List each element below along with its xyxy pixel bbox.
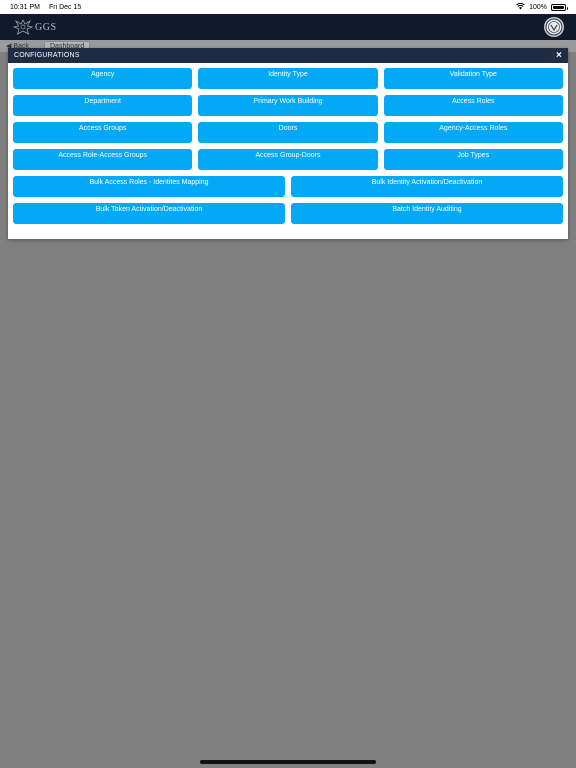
batch-identity-auditing-button[interactable]: Batch Identity Auditing — [291, 203, 563, 224]
wifi-icon — [516, 2, 525, 12]
app-logo[interactable]: GGS — [12, 17, 57, 37]
bulk-token-activation-deactivation-button[interactable]: Bulk Token Activation/Deactivation — [13, 203, 285, 224]
primary-work-building-button[interactable]: Primary Work Building — [198, 95, 378, 116]
home-indicator[interactable] — [200, 760, 376, 764]
status-bar: 10:31 PM Fri Dec 15 100% — [0, 0, 576, 14]
access-group-doors-button[interactable]: Access Group-Doors — [198, 149, 378, 170]
modal-header: CONFIGURATIONS × — [8, 48, 568, 63]
identity-type-button[interactable]: Identity Type — [198, 68, 378, 89]
button-row: Bulk Access Roles - Identites Mapping Bu… — [13, 176, 563, 197]
configurations-modal: CONFIGURATIONS × Agency Identity Type Va… — [8, 48, 568, 239]
bulk-access-roles-identities-mapping-button[interactable]: Bulk Access Roles - Identites Mapping — [13, 176, 285, 197]
bulk-identity-activation-deactivation-button[interactable]: Bulk Identity Activation/Deactivation — [291, 176, 563, 197]
battery-icon — [551, 3, 568, 11]
button-row: Access Role-Access Groups Access Group-D… — [13, 149, 563, 170]
battery-percent: 100% — [529, 3, 547, 11]
config-button-grid: Agency Identity Type Validation Type Dep… — [8, 63, 568, 224]
department-button[interactable]: Department — [13, 95, 193, 116]
doors-button[interactable]: Doors — [198, 122, 378, 143]
status-time: 10:31 PM — [10, 3, 40, 11]
access-role-access-groups-button[interactable]: Access Role-Access Groups — [13, 149, 193, 170]
eagle-emblem-icon — [12, 19, 34, 35]
button-row: Agency Identity Type Validation Type — [13, 68, 563, 89]
button-row: Access Groups Doors Agency-Access Roles — [13, 122, 563, 143]
access-groups-button[interactable]: Access Groups — [13, 122, 193, 143]
close-icon[interactable]: × — [556, 50, 562, 61]
button-row: Department Primary Work Building Access … — [13, 95, 563, 116]
app-header: GGS — [0, 14, 576, 40]
agency-seal-icon[interactable] — [544, 17, 564, 37]
validation-type-button[interactable]: Validation Type — [383, 68, 563, 89]
modal-title: CONFIGURATIONS — [14, 52, 80, 59]
agency-button[interactable]: Agency — [13, 68, 193, 89]
access-roles-button[interactable]: Access Roles — [383, 95, 563, 116]
job-types-button[interactable]: Job Types — [383, 149, 563, 170]
agency-access-roles-button[interactable]: Agency-Access Roles — [383, 122, 563, 143]
button-row: Bulk Token Activation/Deactivation Batch… — [13, 203, 563, 224]
status-date: Fri Dec 15 — [48, 3, 82, 11]
logo-text: GGS — [35, 21, 57, 33]
